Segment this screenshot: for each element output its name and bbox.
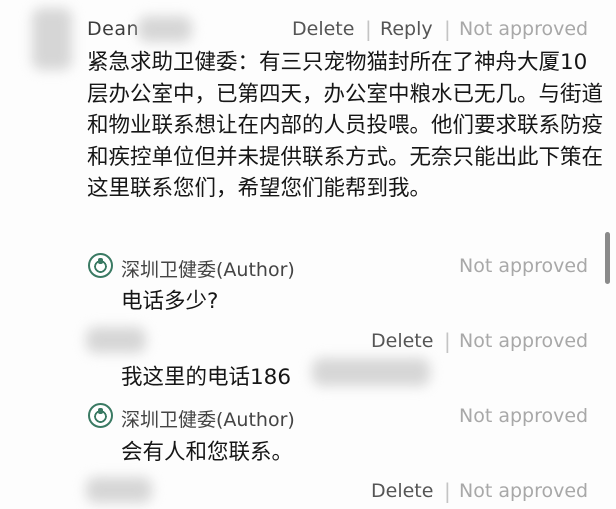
shenzhen-health-commission-logo-icon	[88, 253, 113, 278]
status-badge: Not approved	[459, 405, 589, 427]
status-badge: Not approved	[459, 480, 589, 502]
status-badge: Not approved	[459, 18, 589, 40]
comment-author-name[interactable]: Dean	[87, 18, 139, 40]
reply-body: 电话多少?	[121, 289, 219, 314]
action-separator: |	[444, 329, 451, 353]
delete-button[interactable]: Delete	[371, 330, 433, 352]
avatar[interactable]	[86, 477, 152, 503]
reply-button[interactable]: Reply	[380, 18, 433, 40]
action-separator: |	[365, 17, 372, 41]
status-badge: Not approved	[459, 330, 589, 352]
reply-author-name[interactable]: 深圳卫健委(Author)	[121, 255, 295, 282]
status-badge: Not approved	[459, 255, 589, 277]
action-separator: |	[444, 479, 451, 503]
avatar[interactable]	[86, 327, 146, 353]
reply-author-name[interactable]: 深圳卫健委(Author)	[121, 405, 295, 432]
reply-body: 我这里的电话186	[121, 365, 292, 390]
reply-body: 会有人和您联系。	[121, 440, 294, 465]
shenzhen-health-commission-logo-icon	[88, 403, 113, 428]
avatar[interactable]	[32, 8, 72, 70]
delete-button[interactable]: Delete	[371, 480, 433, 502]
delete-button[interactable]: Delete	[292, 18, 354, 40]
comment-body: 紧急求助卫健委：有三只宠物猫封所在了神舟大厦10层办公室中，已第四天，办公室中粮…	[87, 50, 604, 201]
redacted-author-surname	[138, 16, 192, 42]
action-separator: |	[444, 17, 451, 41]
comment-thread: Dean Delete | Reply | Not approved 紧急求助卫…	[0, 0, 616, 509]
redacted-phone-number	[312, 358, 430, 386]
scrollbar[interactable]	[605, 232, 610, 284]
